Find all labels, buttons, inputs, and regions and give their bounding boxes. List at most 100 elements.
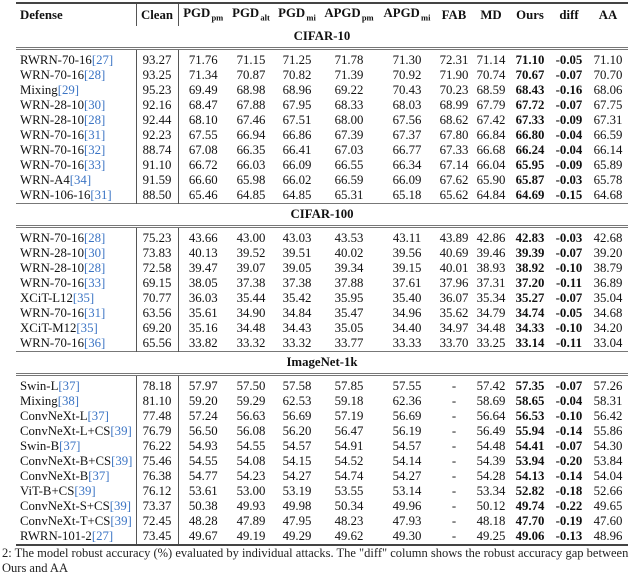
cell-ours: 34.33 bbox=[515, 321, 545, 335]
table-row: ConvNeXt-T+CS[39] 72.45 48.28 47.89 47.95 48.… bbox=[16, 514, 628, 529]
cell-pgd-mi: 57.58 bbox=[282, 379, 312, 393]
column-header: PGD|mi bbox=[278, 6, 316, 23]
citation-link[interactable]: [34] bbox=[70, 173, 91, 187]
cell-apgd-mi: 66.77 bbox=[392, 143, 422, 157]
cell-pgd-pm: 66.72 bbox=[188, 158, 218, 172]
cell-apgd-pm: 65.31 bbox=[334, 188, 364, 202]
cell-diff: -0.07 bbox=[555, 98, 583, 112]
cell-pgd-pm: 54.55 bbox=[188, 454, 218, 468]
table-row: WRN-70-16[33] 69.15 38.05 37.38 37.38 37.88 37… bbox=[16, 276, 628, 291]
cell-fab: 70.23 bbox=[439, 83, 469, 97]
cell-fab: 40.01 bbox=[439, 261, 469, 275]
citation-link[interactable]: [39] bbox=[74, 484, 95, 498]
citation-link[interactable]: [37] bbox=[88, 409, 109, 423]
citation-link[interactable]: [37] bbox=[59, 439, 80, 453]
citation-link[interactable]: [37] bbox=[88, 469, 109, 483]
citation-link[interactable]: [39] bbox=[110, 499, 131, 513]
cell-pgd-mi: 39.51 bbox=[282, 246, 312, 260]
cell-apgd-mi: 39.56 bbox=[392, 246, 422, 260]
cell-apgd-pm: 48.23 bbox=[334, 514, 364, 528]
cell-aa: 67.31 bbox=[593, 113, 623, 127]
cell-apgd-mi: 68.03 bbox=[392, 98, 422, 112]
cell-diff: -0.16 bbox=[555, 83, 583, 97]
cell-diff: -0.22 bbox=[555, 499, 583, 513]
cell-md: 39.46 bbox=[476, 246, 506, 260]
cell-aa: 71.10 bbox=[593, 53, 623, 67]
citation-link[interactable]: [31] bbox=[84, 128, 105, 142]
cell-pgd-pm: 66.60 bbox=[188, 173, 218, 187]
cell-diff: -0.14 bbox=[555, 469, 583, 483]
cell-pgd-alt: 66.35 bbox=[236, 143, 266, 157]
cell-fab: - bbox=[436, 529, 472, 546]
cell-ours: 38.92 bbox=[515, 261, 545, 275]
model-name: ConvNeXt-T+CS bbox=[20, 514, 111, 528]
citation-link[interactable]: [27] bbox=[92, 53, 113, 67]
cell-ours: 65.87 bbox=[515, 173, 545, 187]
citation-link[interactable]: [37] bbox=[58, 379, 79, 393]
citation-link[interactable]: [32] bbox=[84, 143, 105, 157]
cell-apgd-mi: 35.40 bbox=[392, 291, 422, 305]
cell-apgd-mi: 54.27 bbox=[392, 469, 422, 483]
citation-link[interactable]: [28] bbox=[84, 261, 105, 275]
cell-apgd-mi: 65.18 bbox=[392, 188, 422, 202]
citation-link[interactable]: [39] bbox=[111, 454, 132, 468]
citation-link[interactable]: [39] bbox=[110, 424, 131, 438]
section-title: CIFAR-10 bbox=[16, 26, 628, 50]
table-row: WRN-28-10[28] 92.44 68.10 67.46 67.51 68.00 67… bbox=[16, 113, 628, 128]
cell-pgd-mi: 37.38 bbox=[282, 276, 312, 290]
cell-fab: 40.69 bbox=[439, 246, 469, 260]
cell-apgd-pm: 43.53 bbox=[334, 231, 364, 245]
cell-clean: 93.25 bbox=[135, 68, 179, 83]
defense-name: WRN-70-16[31] bbox=[16, 128, 136, 143]
cell-ours: 42.83 bbox=[515, 231, 545, 245]
citation-link[interactable]: [33] bbox=[84, 276, 105, 290]
table-row: WRN-70-16[28] 75.23 43.66 43.00 43.03 43.53 43… bbox=[16, 226, 628, 246]
citation-link[interactable]: [31] bbox=[84, 306, 105, 320]
cell-md: 42.86 bbox=[476, 231, 506, 245]
cell-apgd-pm: 53.55 bbox=[334, 484, 364, 498]
cell-apgd-pm: 54.91 bbox=[334, 439, 364, 453]
citation-link[interactable]: [28] bbox=[84, 68, 105, 82]
citation-link[interactable]: [31] bbox=[90, 188, 111, 202]
citation-link[interactable]: [30] bbox=[84, 98, 105, 112]
defense-name: ConvNeXt-B[37] bbox=[16, 469, 136, 484]
cell-ours: 39.39 bbox=[515, 246, 545, 260]
cell-md: 57.42 bbox=[476, 379, 506, 393]
citation-link[interactable]: [35] bbox=[76, 321, 97, 335]
cell-md: 65.90 bbox=[476, 173, 506, 187]
cell-pgd-mi: 33.32 bbox=[282, 336, 312, 350]
citation-link[interactable]: [38] bbox=[58, 394, 79, 408]
cell-pgd-mi: 47.95 bbox=[282, 514, 312, 528]
citation-link[interactable]: [27] bbox=[92, 529, 113, 543]
citation-link[interactable]: [36] bbox=[84, 336, 105, 350]
column-header: diff bbox=[559, 7, 579, 22]
cell-ours: 55.94 bbox=[515, 424, 545, 438]
citation-link[interactable]: [33] bbox=[84, 158, 105, 172]
cell-pgd-mi: 49.29 bbox=[274, 529, 320, 546]
cell-md: 37.31 bbox=[476, 276, 506, 290]
cell-aa: 52.66 bbox=[593, 484, 623, 498]
cell-pgd-mi: 66.86 bbox=[282, 128, 312, 142]
cell-clean: 63.56 bbox=[135, 306, 179, 321]
citation-link[interactable]: [39] bbox=[110, 514, 131, 528]
cell-aa: 56.42 bbox=[593, 409, 623, 423]
cell-apgd-mi: 54.57 bbox=[392, 439, 422, 453]
cell-pgd-mi: 43.03 bbox=[282, 231, 312, 245]
citation-link[interactable]: [35] bbox=[73, 291, 94, 305]
citation-link[interactable]: [29] bbox=[58, 83, 79, 97]
cell-md: 71.14 bbox=[476, 53, 506, 67]
citation-link[interactable]: [28] bbox=[84, 113, 105, 127]
cell-md: 66.84 bbox=[476, 128, 506, 142]
table-row: WRN-28-10[28] 72.58 39.47 39.07 39.05 39.34 39… bbox=[16, 261, 628, 276]
cell-pgd-alt: 54.23 bbox=[236, 469, 266, 483]
citation-link[interactable]: [28] bbox=[84, 231, 105, 245]
column-header: Ours bbox=[516, 7, 544, 22]
cell-clean: 88.74 bbox=[135, 143, 179, 158]
cell-aa: 66.59 bbox=[593, 128, 623, 142]
defense-name: ConvNeXt-T+CS[39] bbox=[16, 514, 136, 529]
cell-fab: - bbox=[451, 469, 457, 483]
cell-apgd-pm: 54.74 bbox=[334, 469, 364, 483]
citation-link[interactable]: [30] bbox=[84, 246, 105, 260]
cell-apgd-mi: 71.30 bbox=[392, 53, 422, 67]
cell-clean: 75.46 bbox=[135, 454, 179, 469]
